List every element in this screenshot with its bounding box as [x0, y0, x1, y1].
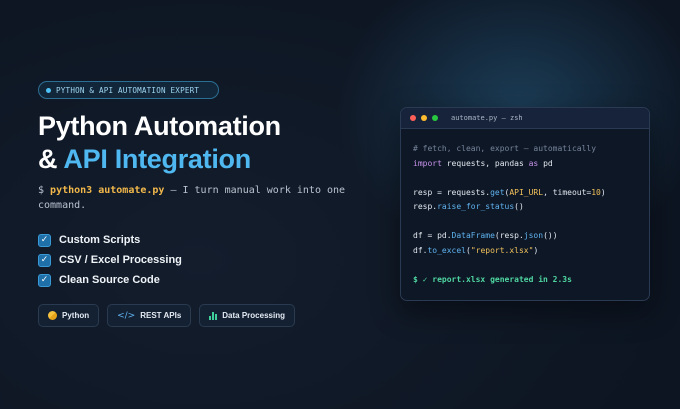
- description-prompt: $: [38, 185, 51, 196]
- close-dot-icon[interactable]: [410, 115, 416, 121]
- tech-chips: Python </> REST APIs Data Processing: [38, 304, 295, 327]
- checkmark-icon: ✓: [38, 273, 51, 287]
- feature-item: ✓ CSV / Excel Processing: [38, 250, 182, 270]
- terminal-title: automate.py — zsh: [451, 114, 523, 122]
- code-line: resp.raise_for_status(): [413, 202, 524, 211]
- description-command: python3 automate.py: [50, 185, 165, 196]
- chip-python: Python: [38, 304, 100, 327]
- title-line-1: Python Automation: [38, 111, 281, 141]
- terminal-title-bar: automate.py — zsh: [401, 108, 649, 129]
- feature-item: ✓ Clean Source Code: [38, 270, 182, 290]
- bar-chart-icon: [209, 311, 218, 320]
- badge-dot-icon: [46, 87, 51, 93]
- maximize-dot-icon[interactable]: [432, 115, 438, 121]
- feature-label: CSV / Excel Processing: [59, 254, 182, 266]
- code-brackets-icon: </>: [117, 310, 136, 321]
- title-line-2-accent: API Integration: [63, 144, 251, 174]
- chip-data-processing: Data Processing: [199, 304, 295, 327]
- feature-label: Custom Scripts: [59, 234, 141, 246]
- code-comment: # fetch, clean, export — automatically: [413, 144, 597, 153]
- terminal-body: # fetch, clean, export — automatically i…: [401, 129, 649, 300]
- terminal-output: $ ✓ report.xlsx generated in 2.3s: [413, 274, 572, 284]
- feature-label: Clean Source Code: [59, 274, 160, 286]
- feature-list: ✓ Custom Scripts ✓ CSV / Excel Processin…: [38, 230, 182, 290]
- code-line: resp = requests.get(API_URL, timeout=10): [413, 187, 606, 197]
- checkmark-icon: ✓: [38, 253, 51, 267]
- title-line-2-prefix: &: [38, 144, 64, 174]
- checkmark-icon: ✓: [38, 233, 51, 247]
- description: $ python3 automate.py — I turn manual wo…: [38, 183, 348, 213]
- chip-label: Data Processing: [222, 311, 285, 320]
- chip-label: Python: [62, 311, 90, 320]
- code-line: import requests, pandas as pd: [413, 158, 553, 168]
- page-title: Python Automation & API Integration: [38, 110, 281, 176]
- python-logo-icon: [48, 311, 57, 320]
- badge-text: PYTHON & API AUTOMATION EXPERT: [56, 85, 200, 95]
- headline-badge: PYTHON & API AUTOMATION EXPERT: [38, 81, 219, 99]
- chip-rest-apis: </> REST APIs: [107, 304, 192, 327]
- code-line: df.to_excel("report.xlsx"): [413, 245, 539, 255]
- minimize-dot-icon[interactable]: [421, 115, 427, 121]
- feature-item: ✓ Custom Scripts: [38, 230, 182, 250]
- chip-label: REST APIs: [140, 311, 182, 320]
- code-line: df = pd.DataFrame(resp.json()): [413, 231, 558, 240]
- terminal-window: automate.py — zsh # fetch, clean, export…: [400, 107, 650, 301]
